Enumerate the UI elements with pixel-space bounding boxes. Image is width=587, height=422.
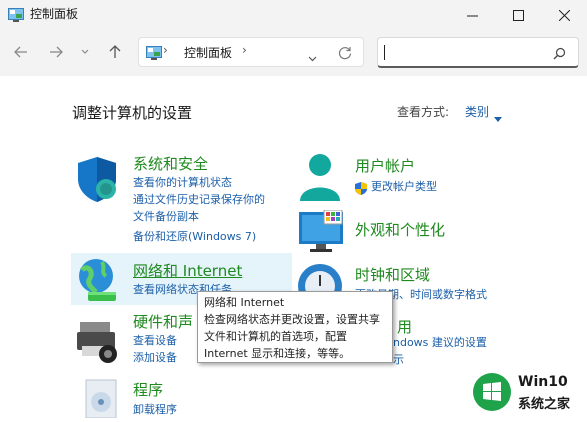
appearance-monitor-icon[interactable] bbox=[298, 209, 346, 256]
uac-shield-icon bbox=[355, 180, 367, 199]
tooltip-line-0: 网络和 Internet bbox=[204, 296, 285, 309]
user-accounts-title[interactable]: 用户帐户 bbox=[355, 155, 415, 176]
ease-of-access-title[interactable]: 用 bbox=[397, 316, 412, 337]
system-link-3[interactable]: 备份和还原(Windows 7) bbox=[133, 229, 256, 245]
network-globe-icon[interactable] bbox=[74, 256, 122, 308]
hardware-link-1[interactable]: 添加设备 bbox=[133, 350, 177, 366]
maximize-icon bbox=[513, 9, 524, 21]
control-panel-icon bbox=[8, 7, 24, 22]
system-link-1[interactable]: 通过文件历史记录保存你的 bbox=[133, 192, 265, 208]
back-button[interactable] bbox=[10, 41, 32, 63]
watermark-title: Win10 bbox=[518, 374, 568, 390]
programs-link-0[interactable]: 卸载程序 bbox=[133, 402, 177, 418]
tooltip: 网络和 Internet 检查网络状态并更改设置，设置共享 文件和计算机的首选项… bbox=[197, 291, 393, 363]
view-by-arrow-icon[interactable] bbox=[494, 107, 502, 126]
chevron-down-icon bbox=[81, 49, 89, 54]
shield-icon[interactable] bbox=[74, 155, 120, 207]
up-button[interactable] bbox=[104, 41, 126, 63]
page-title: 调整计算机的设置 bbox=[72, 104, 193, 122]
hardware-link-0[interactable]: 查看设备 bbox=[133, 333, 177, 349]
hardware-sound-title[interactable]: 硬件和声 bbox=[133, 311, 193, 332]
watermark-logo: Win10 系统之家 bbox=[470, 369, 587, 415]
user-link-0[interactable]: 更改帐户类型 bbox=[371, 179, 437, 195]
refresh-icon bbox=[338, 47, 352, 60]
watermark-subtitle: 系统之家 bbox=[518, 397, 571, 412]
recent-locations-button[interactable] bbox=[77, 41, 93, 63]
minimize-button[interactable] bbox=[450, 0, 495, 30]
network-internet-title[interactable]: 网络和 Internet bbox=[133, 260, 242, 281]
system-link-0[interactable]: 查看你的计算机状态 bbox=[133, 175, 232, 191]
system-security-title[interactable]: 系统和安全 bbox=[133, 153, 208, 174]
forward-button[interactable] bbox=[45, 41, 67, 63]
minimize-icon bbox=[467, 15, 478, 16]
programs-icon[interactable] bbox=[80, 378, 122, 422]
maximize-button[interactable] bbox=[496, 0, 541, 30]
up-arrow-icon bbox=[109, 45, 121, 58]
search-icon[interactable] bbox=[553, 45, 566, 64]
tooltip-line-1: 检查网络状态并更改设置，设置共享 bbox=[204, 313, 380, 326]
refresh-button[interactable] bbox=[338, 45, 352, 64]
system-link-2[interactable]: 文件备份副本 bbox=[133, 209, 199, 225]
search-input[interactable] bbox=[377, 37, 579, 68]
clock-region-title[interactable]: 时钟和区域 bbox=[355, 264, 430, 285]
user-account-icon[interactable] bbox=[298, 153, 342, 207]
close-button[interactable] bbox=[542, 0, 587, 30]
ease-link-0[interactable]: ndows 建议的设置 bbox=[393, 335, 487, 351]
close-icon bbox=[559, 9, 570, 21]
breadcrumb-separator-icon: › bbox=[163, 43, 168, 57]
ease-link-1[interactable]: 示 bbox=[393, 352, 404, 368]
forward-arrow-icon bbox=[50, 46, 63, 58]
back-arrow-icon bbox=[14, 46, 27, 58]
tooltip-line-3: Internet 显示和连接，等等。 bbox=[204, 347, 351, 360]
text-cursor bbox=[384, 45, 385, 60]
view-by-dropdown[interactable]: 类别 bbox=[465, 103, 489, 120]
breadcrumb-chevron-icon[interactable]: › bbox=[242, 43, 247, 57]
chevron-down-icon bbox=[308, 56, 317, 62]
printer-icon[interactable] bbox=[76, 318, 122, 368]
appearance-title[interactable]: 外观和个性化 bbox=[355, 219, 445, 240]
view-by-label: 查看方式: bbox=[397, 105, 450, 119]
address-dropdown-button[interactable] bbox=[308, 47, 317, 66]
tooltip-line-2: 文件和计算机的首选项，配置 bbox=[204, 330, 347, 343]
window-title: 控制面板 bbox=[30, 7, 79, 21]
programs-title[interactable]: 程序 bbox=[133, 379, 163, 400]
breadcrumb-control-panel[interactable]: 控制面板 bbox=[184, 44, 232, 61]
control-panel-icon bbox=[146, 45, 162, 60]
address-bar[interactable] bbox=[138, 37, 364, 67]
